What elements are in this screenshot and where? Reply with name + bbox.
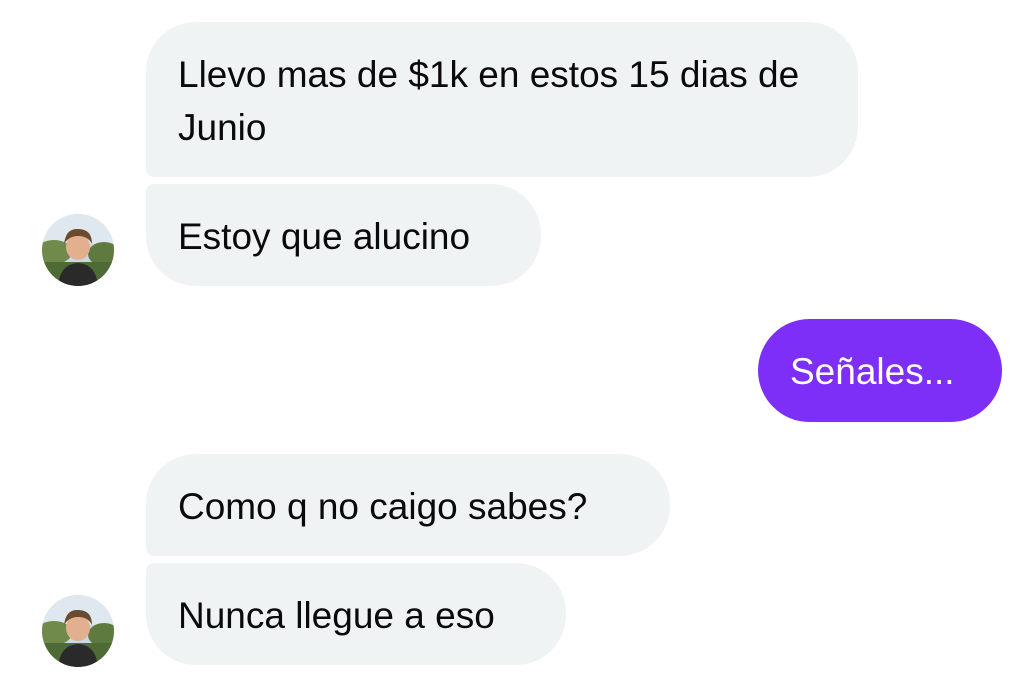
contact-avatar[interactable] [42,214,114,286]
incoming-message-bubble[interactable]: Llevo mas de $1k en estos 15 dias de Jun… [146,22,858,177]
outgoing-message-bubble[interactable]: Señales... [758,319,1002,422]
message-text: Señales... [790,351,955,392]
message-text: Llevo mas de $1k en estos 15 dias de Jun… [178,54,800,148]
contact-avatar[interactable] [42,595,114,667]
user-avatar-photo-icon [42,214,114,286]
user-avatar-photo-icon [42,595,114,667]
incoming-message-bubble[interactable]: Como q no caigo sabes? [146,454,670,556]
message-text: Como q no caigo sabes? [178,486,588,527]
message-text: Nunca llegue a eso [178,595,495,636]
incoming-message-bubble[interactable]: Estoy que alucino [146,184,541,286]
incoming-message-bubble[interactable]: Nunca llegue a eso [146,563,566,665]
message-text: Estoy que alucino [178,216,471,257]
